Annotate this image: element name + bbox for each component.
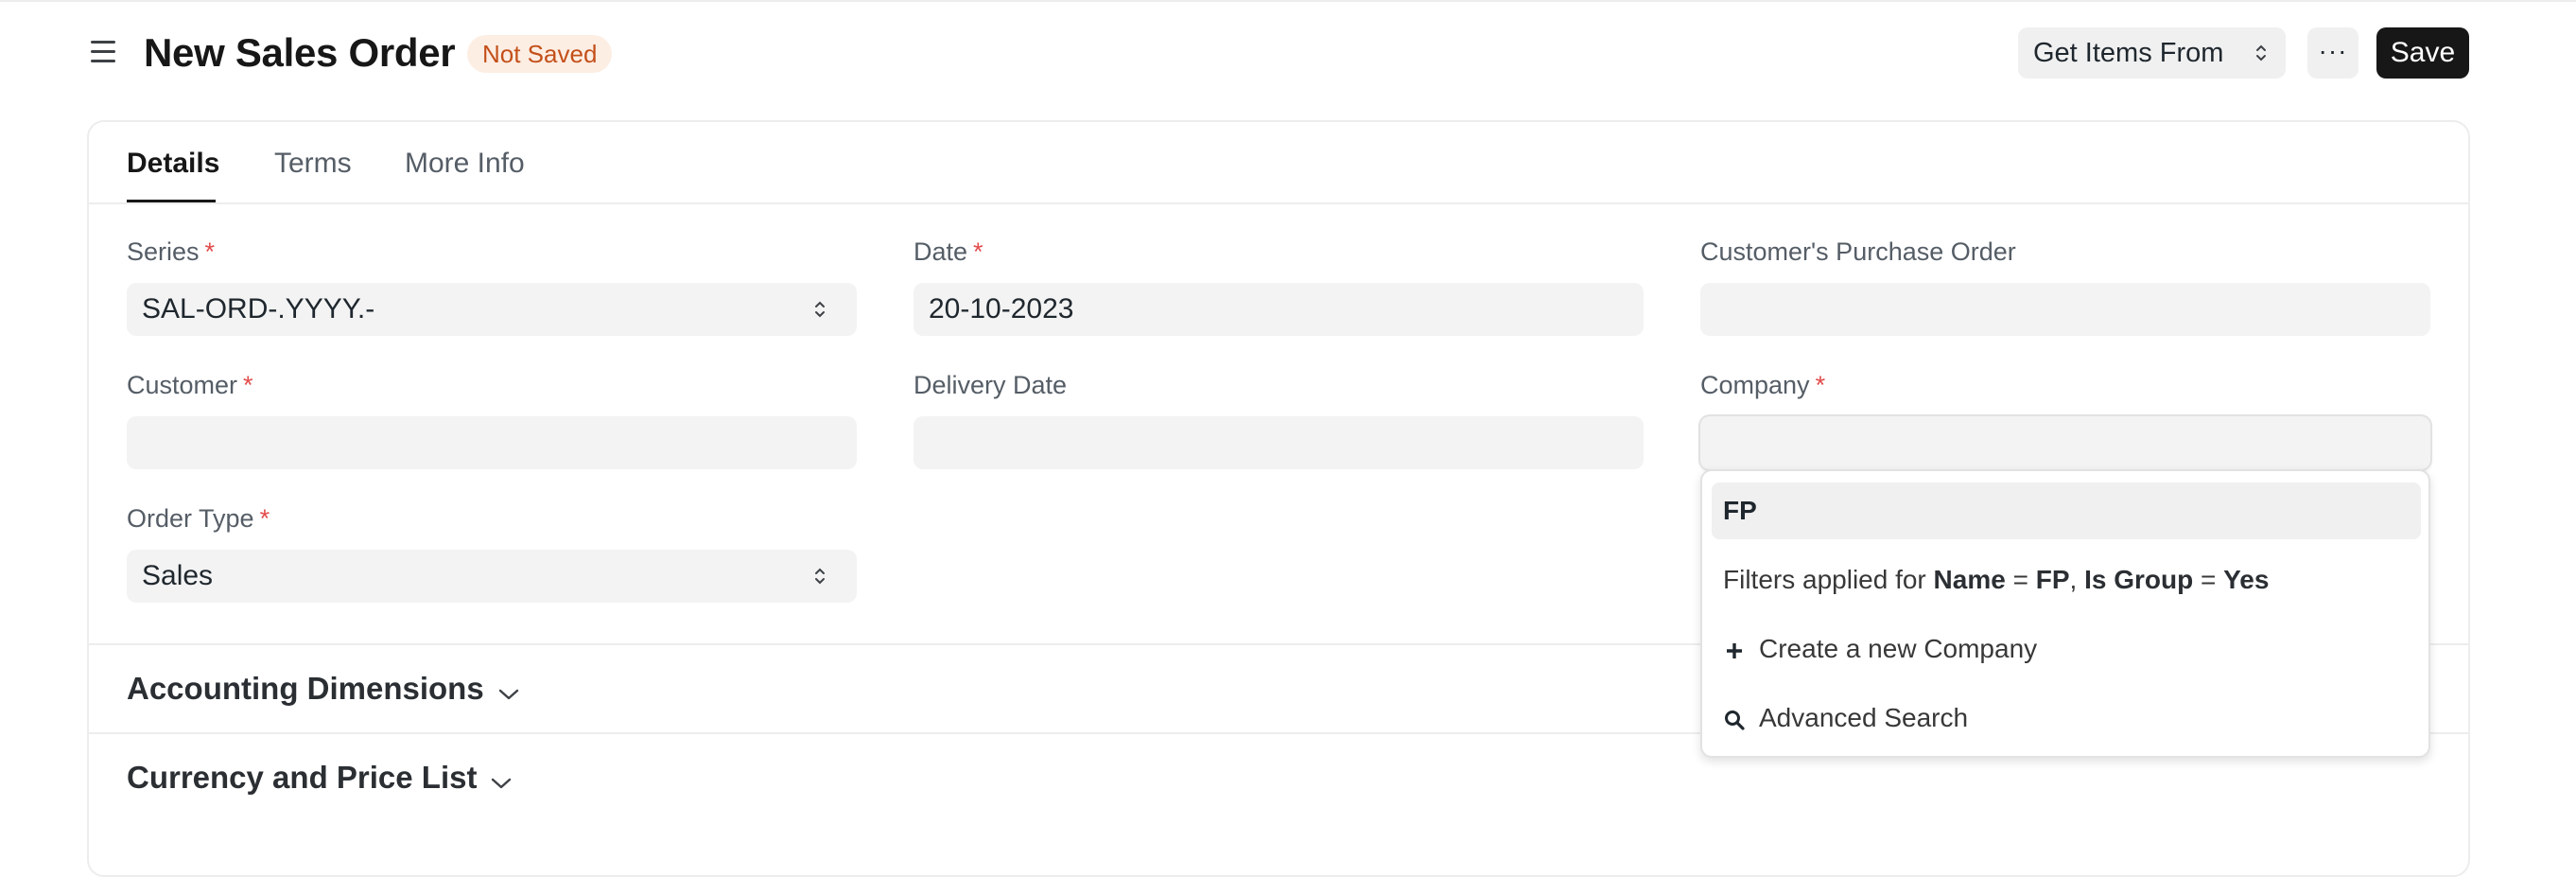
plus-icon	[1723, 621, 1746, 677]
form-tabs: Details Terms More Info	[89, 122, 2468, 204]
more-actions-button[interactable]: ···	[2307, 27, 2358, 79]
series-select[interactable]: SAL-ORD-.YYYY.-	[127, 283, 857, 336]
customer-po-label: Customer's Purchase Order	[1700, 237, 2016, 266]
search-icon	[1723, 690, 1746, 746]
series-label: Series *	[127, 237, 216, 266]
page-title: New Sales Order	[144, 30, 456, 75]
required-marker: *	[259, 504, 270, 533]
filters-applied-note: Filters applied for Name = FP, Is Group …	[1723, 565, 2270, 594]
dropdown-result-fp[interactable]: FP	[1712, 482, 2421, 539]
order-type-value: Sales	[142, 560, 214, 591]
advanced-search-option[interactable]: Advanced Search	[1712, 690, 2421, 746]
status-badge: Not Saved	[467, 35, 613, 73]
customer-po-field[interactable]	[1700, 283, 2430, 336]
company-field[interactable]	[1700, 416, 2430, 469]
chevron-down-icon	[498, 689, 519, 700]
chevron-down-icon	[491, 778, 512, 789]
advanced-search-label: Advanced Search	[1759, 703, 1969, 732]
customer-label: Customer *	[127, 371, 253, 399]
delivery-date-field[interactable]	[914, 416, 1644, 469]
save-button[interactable]: Save	[2376, 27, 2469, 79]
up-down-arrows-icon	[815, 301, 825, 318]
customer-field[interactable]	[127, 416, 857, 469]
page-header: New Sales Order Not Saved Get Items From…	[0, 0, 2576, 114]
date-label: Date *	[914, 237, 983, 266]
section-title: Accounting Dimensions	[127, 671, 484, 706]
company-autocomplete-dropdown: FP Filters applied for Name = FP, Is Gro…	[1700, 469, 2430, 758]
date-value: 20-10-2023	[929, 293, 1074, 324]
section-title: Currency and Price List	[127, 760, 478, 795]
tab-more-info[interactable]: More Info	[405, 147, 525, 181]
hamburger-icon[interactable]	[89, 38, 117, 66]
create-new-company-label: Create a new Company	[1759, 634, 2038, 663]
required-marker: *	[1815, 371, 1826, 399]
company-label: Company *	[1700, 371, 1826, 399]
required-marker: *	[973, 237, 983, 266]
delivery-date-label: Delivery Date	[914, 371, 1068, 399]
tab-terms[interactable]: Terms	[274, 147, 352, 181]
order-type-label: Order Type *	[127, 504, 270, 533]
required-marker: *	[204, 237, 216, 266]
order-type-select[interactable]: Sales	[127, 550, 857, 603]
date-field[interactable]: 20-10-2023	[914, 283, 1644, 336]
active-tab-indicator	[127, 200, 216, 202]
get-items-from-button[interactable]: Get Items From	[2018, 27, 2286, 79]
create-new-company-option[interactable]: Create a new Company	[1712, 621, 2421, 677]
up-down-arrows-icon	[815, 568, 825, 585]
required-marker: *	[243, 371, 253, 399]
series-value: SAL-ORD-.YYYY.-	[142, 293, 375, 324]
up-down-arrows-icon	[2256, 44, 2266, 61]
tab-details[interactable]: Details	[127, 147, 219, 181]
get-items-from-label: Get Items From	[2033, 38, 2224, 68]
